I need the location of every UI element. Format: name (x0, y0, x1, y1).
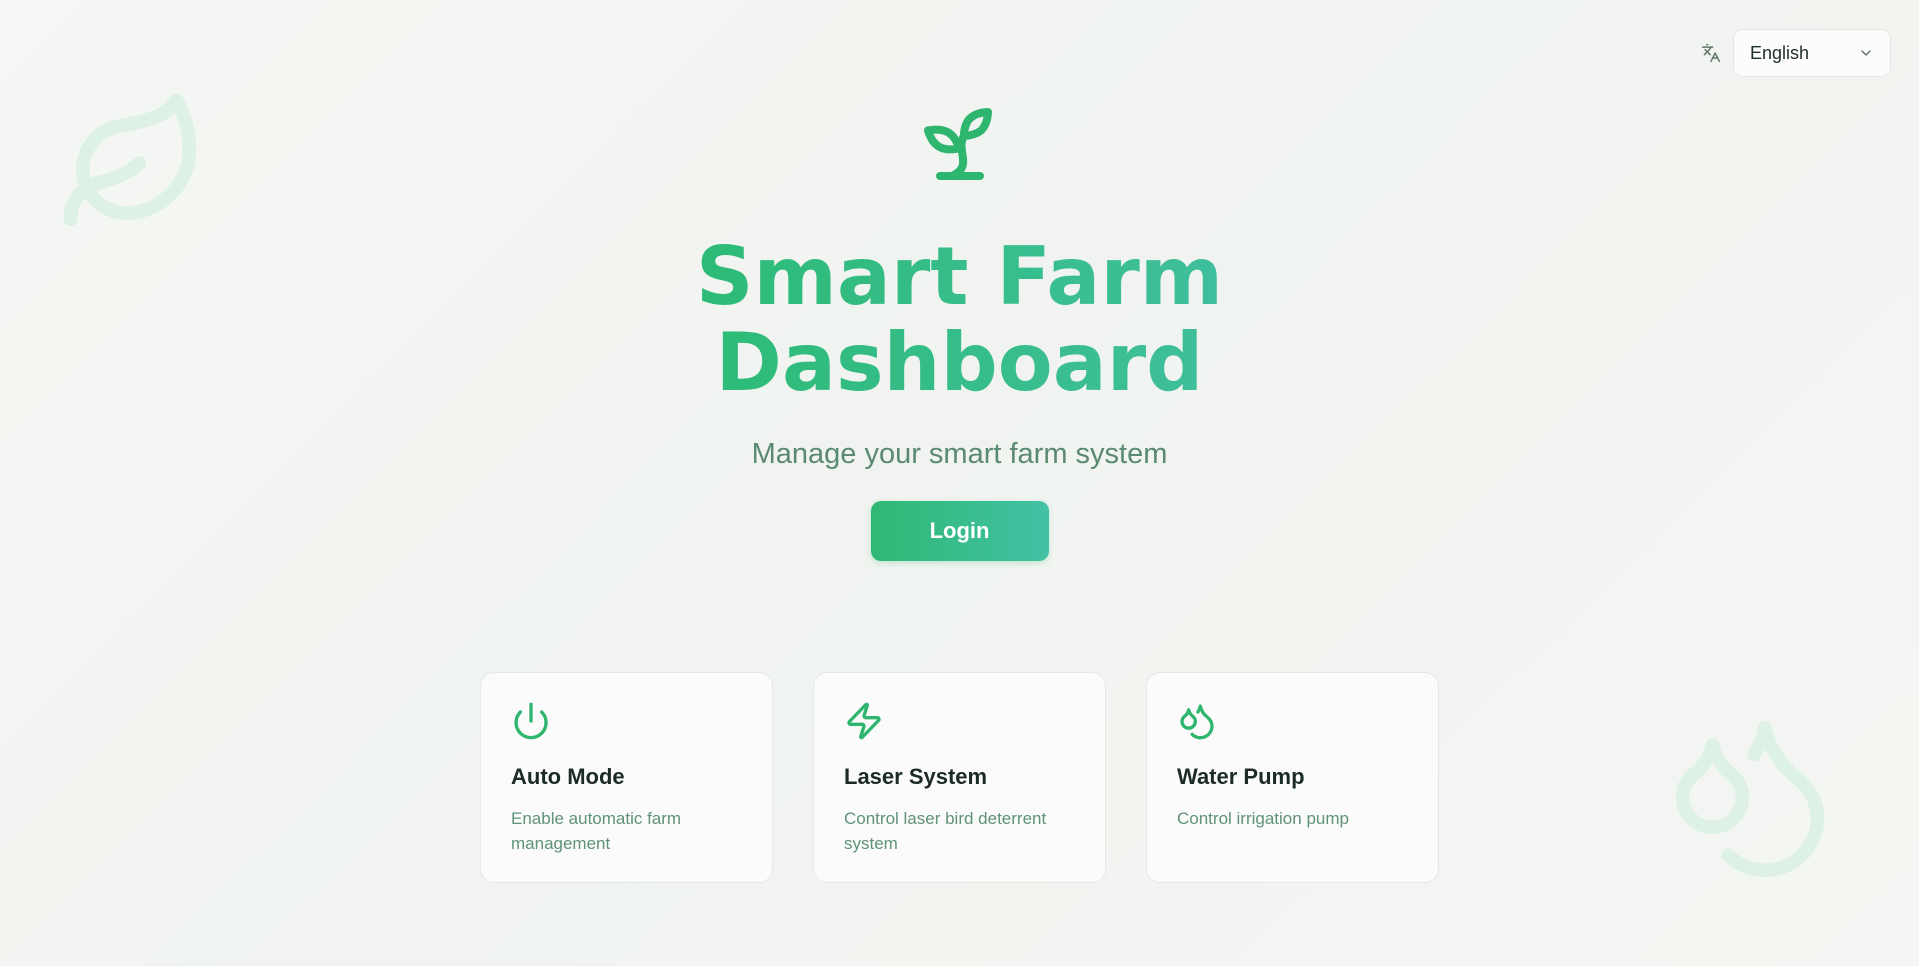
language-select-value: English (1750, 42, 1810, 63)
language-switcher: English (1699, 29, 1891, 77)
power-icon (514, 702, 548, 740)
hero-section: Smart Farm Dashboard Manage your smart f… (0, 96, 1919, 561)
feature-card-description: Control laser bird deterrent system (844, 809, 1047, 853)
zap-icon (847, 702, 881, 740)
sprout-icon (923, 108, 992, 180)
feature-card-description: Control irrigation pump (1177, 809, 1349, 828)
login-button[interactable]: Login (870, 501, 1049, 561)
chevron-down-icon (1858, 45, 1874, 61)
feature-cards: Auto Mode Enable automatic farm manageme… (480, 672, 1439, 883)
droplets-icon (1180, 704, 1214, 740)
feature-card-description: Enable automatic farm management (511, 809, 682, 853)
page-title: Smart Farm Dashboard (696, 234, 1223, 406)
translate-icon (1699, 41, 1723, 65)
droplets-icon (1675, 720, 1825, 877)
feature-card-title: Water Pump (1177, 764, 1305, 789)
page-title-line1: Smart Farm (695, 230, 1224, 323)
page-subtitle: Manage your smart farm system (751, 438, 1168, 470)
feature-card-auto-mode: Auto Mode Enable automatic farm manageme… (480, 672, 773, 883)
language-select[interactable]: English (1733, 29, 1891, 77)
feature-card-laser-system: Laser System Control laser bird deterren… (813, 672, 1106, 883)
feature-card-title: Laser System (844, 764, 988, 789)
feature-card-water-pump: Water Pump Control irrigation pump (1146, 672, 1439, 883)
page-title-line2: Dashboard (715, 316, 1204, 409)
feature-card-title: Auto Mode (511, 764, 625, 789)
